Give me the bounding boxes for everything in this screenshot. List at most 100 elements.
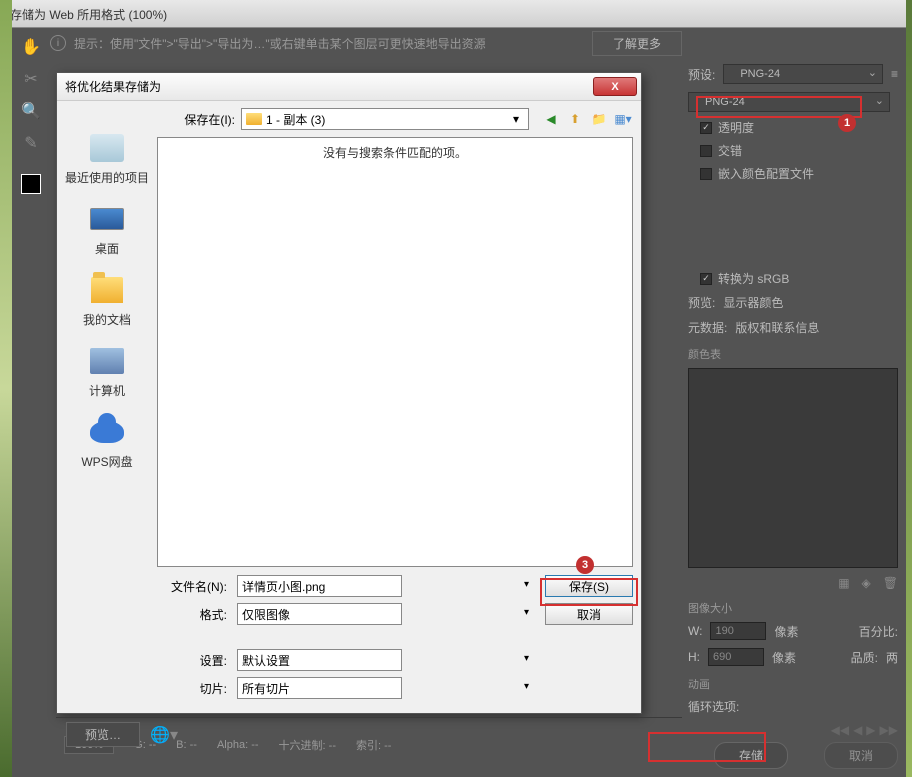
folder-small-icon — [246, 113, 262, 125]
new-folder-icon[interactable]: 📁 — [589, 109, 609, 129]
preset-menu-icon[interactable]: ≡ — [891, 67, 898, 81]
annotation-badge-3: 3 — [576, 556, 594, 574]
window-title: 存储为 Web 所用格式 (100%) — [10, 8, 167, 22]
color-swatch[interactable] — [21, 174, 41, 194]
folder-icon — [91, 277, 123, 303]
location-label: 保存在(I): — [165, 111, 235, 128]
metadata-value: 版权和联系信息 — [735, 319, 819, 336]
prev-frame-icon[interactable]: ◀◀ — [831, 723, 849, 737]
preset-label: 预设: — [688, 66, 715, 83]
empty-message: 没有与搜索条件匹配的项。 — [323, 144, 467, 161]
image-size-label: 图像大小 — [680, 594, 906, 618]
height-label: H: — [688, 650, 700, 664]
hand-tool-icon[interactable]: ✋ — [20, 36, 42, 58]
sidebar-item-wps[interactable]: WPS网盘 — [81, 415, 132, 470]
checkbox-icon: ✓ — [700, 122, 712, 134]
quality-value: 两 — [886, 649, 898, 666]
cancel-button[interactable]: 取消 — [545, 603, 633, 625]
sidebar-label: 最近使用的项目 — [65, 169, 149, 186]
up-icon[interactable]: ⬆ — [565, 109, 585, 129]
annotation-badge-1: 1 — [838, 114, 856, 132]
sidebar-label: 我的文档 — [83, 311, 131, 328]
cloud-icon — [90, 421, 124, 443]
location-value: 1 - 副本 (3) — [266, 111, 325, 128]
prev-icon[interactable]: ◀ — [853, 723, 862, 737]
left-toolbar: ✋ ✂ 🔍 ✎ — [12, 28, 50, 194]
sidebar-item-documents[interactable]: 我的文档 — [83, 273, 131, 328]
sidebar-label: WPS网盘 — [81, 453, 132, 470]
places-sidebar: 最近使用的项目 桌面 我的文档 计算机 WPS网盘 — [57, 101, 157, 713]
convert-srgb-label: 转换为 sRGB — [718, 270, 789, 287]
learn-more-link[interactable]: 了解更多 — [592, 31, 682, 56]
sidebar-item-recent[interactable]: 最近使用的项目 — [65, 131, 149, 186]
dialog-titlebar: 将优化结果存储为 X — [57, 73, 641, 101]
slice-tool-icon[interactable]: ✂ — [20, 68, 42, 90]
convert-srgb-check[interactable]: ✓ 转换为 sRGB — [680, 267, 906, 290]
alpha-label: Alpha: — [217, 739, 248, 751]
filename-input[interactable] — [237, 575, 402, 597]
close-button[interactable]: X — [593, 77, 637, 96]
eyedropper-tool-icon[interactable]: ✎ — [20, 132, 42, 154]
slices-label: 切片: — [157, 680, 227, 697]
preview-value: 显示器颜色 — [723, 294, 783, 311]
hint-bar: i 提示：使用"文件">"导出">"导出为…"或右键单击某个图层可更快速地导出资… — [50, 28, 682, 58]
color-table-panel — [688, 368, 898, 568]
metadata-label: 元数据: — [688, 319, 727, 336]
slices-select[interactable] — [237, 677, 402, 699]
interlaced-label: 交错 — [718, 142, 742, 159]
color-cube-icon[interactable]: ◈ — [862, 576, 871, 590]
px-label: 像素 — [774, 623, 798, 640]
sidebar-label: 桌面 — [95, 240, 119, 257]
cancel-main-button[interactable]: 取消 — [824, 742, 898, 769]
desktop-icon — [90, 208, 124, 230]
px-label: 像素 — [772, 649, 796, 666]
location-select[interactable]: 1 - 副本 (3) ▾ — [241, 108, 529, 130]
info-icon: i — [50, 35, 66, 51]
index-label: 索引: — [356, 740, 381, 752]
preset-select[interactable]: PNG-24 — [723, 64, 883, 84]
save-dialog: 将优化结果存储为 X 最近使用的项目 桌面 我的文档 计算机 WPS网盘 — [56, 72, 642, 714]
height-input[interactable] — [708, 648, 764, 666]
animation-label: 动画 — [680, 670, 906, 694]
hex-label: 十六进制: — [279, 740, 326, 752]
save-button[interactable]: 保存(S) — [545, 575, 633, 597]
next-frame-icon[interactable]: ▶▶ — [880, 723, 898, 737]
settings-select[interactable] — [237, 649, 402, 671]
sidebar-item-computer[interactable]: 计算机 — [88, 344, 126, 399]
percent-label: 百分比: — [859, 623, 898, 640]
location-bar: 保存在(I): 1 - 副本 (3) ▾ ◀ ⬆ 📁 ▦▾ — [157, 101, 641, 137]
transparency-check[interactable]: ✓ 透明度 — [680, 116, 906, 139]
width-input[interactable] — [710, 622, 766, 640]
back-icon[interactable]: ◀ — [541, 109, 561, 129]
preview-button[interactable]: 预览… — [66, 722, 140, 747]
format-select-right[interactable]: PNG-24 — [688, 92, 890, 112]
format-select[interactable] — [237, 603, 402, 625]
color-grid-icon[interactable]: ▦ — [838, 576, 849, 590]
next-icon[interactable]: ▶ — [866, 723, 875, 737]
interlaced-check[interactable]: 交错 — [680, 139, 906, 162]
embed-profile-check[interactable]: 嵌入颜色配置文件 — [680, 162, 906, 185]
computer-icon — [90, 348, 124, 374]
view-menu-icon[interactable]: ▦▾ — [613, 109, 633, 129]
transparency-label: 透明度 — [718, 119, 754, 136]
window-titlebar: 存储为 Web 所用格式 (100%) — [0, 0, 912, 28]
zoom-tool-icon[interactable]: 🔍 — [20, 100, 42, 122]
file-list[interactable]: 没有与搜索条件匹配的项。 — [157, 137, 633, 567]
quality-label: 品质: — [851, 649, 878, 666]
dialog-title: 将优化结果存储为 — [65, 78, 161, 95]
preview-label: 预览: — [688, 294, 715, 311]
color-trash-icon[interactable]: 🗑 — [883, 576, 898, 590]
checkbox-icon — [700, 145, 712, 157]
right-panel: 预设: PNG-24 ≡ PNG-24 ✓ 透明度 交错 嵌入颜色配置文件 ✓ … — [680, 60, 906, 777]
format-label: 格式: — [157, 606, 227, 623]
filename-label: 文件名(N): — [157, 578, 227, 595]
browser-icon[interactable]: 🌐▾ — [150, 725, 178, 745]
color-table-label: 颜色表 — [680, 340, 906, 364]
sidebar-item-desktop[interactable]: 桌面 — [88, 202, 126, 257]
hint-text: 提示：使用"文件">"导出">"导出为…"或右键单击某个图层可更快速地导出资源 — [74, 35, 486, 52]
store-button[interactable]: 存储 — [714, 742, 788, 769]
checkbox-icon — [700, 168, 712, 180]
recent-icon — [90, 134, 124, 162]
settings-label: 设置: — [157, 652, 227, 669]
checkbox-icon: ✓ — [700, 273, 712, 285]
